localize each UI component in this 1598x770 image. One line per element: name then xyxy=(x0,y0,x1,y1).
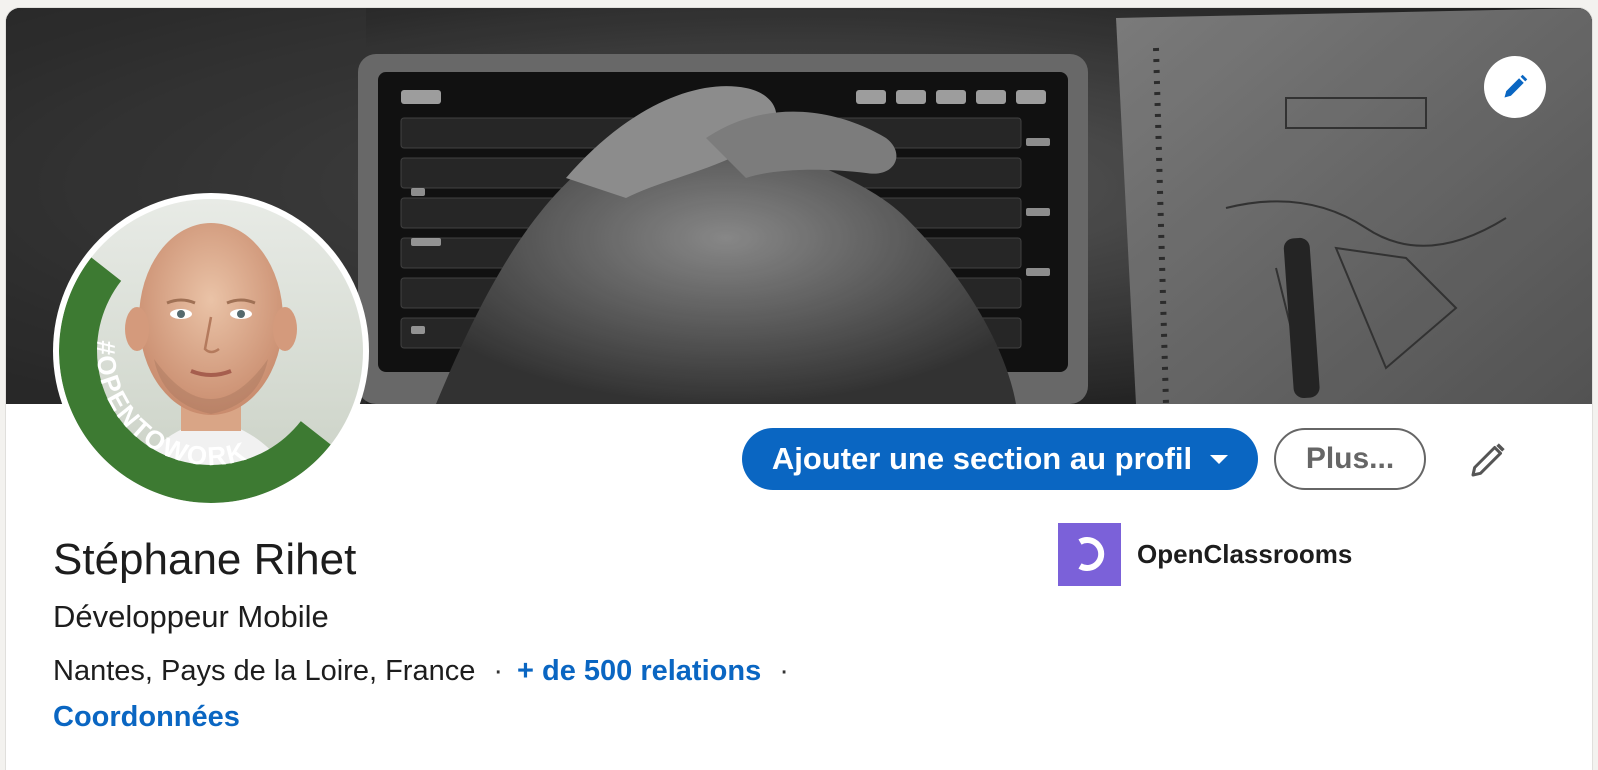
caret-down-icon xyxy=(1210,454,1229,464)
current-company[interactable]: OpenClassrooms xyxy=(1058,522,1352,586)
company-name: OpenClassrooms xyxy=(1137,538,1353,569)
profile-name: Stéphane Rihet xyxy=(53,535,357,584)
add-profile-section-label: Ajouter une section au profil xyxy=(771,441,1193,476)
separator-dot: · xyxy=(779,655,789,687)
more-label: Plus... xyxy=(1305,442,1395,475)
pencil-icon xyxy=(1471,443,1505,477)
contact-info-row: Coordonnées xyxy=(53,697,240,737)
edit-cover-button[interactable] xyxy=(1484,56,1546,118)
connections-link[interactable]: + de 500 relations xyxy=(517,651,761,691)
contact-info-link[interactable]: Coordonnées xyxy=(53,701,240,733)
location-row: Nantes, Pays de la Loire, France · + de … xyxy=(53,651,803,691)
profile-location: Nantes, Pays de la Loire, France xyxy=(53,655,476,687)
openclassrooms-logo xyxy=(1058,522,1121,586)
separator-dot: · xyxy=(493,655,503,687)
edit-intro-button[interactable] xyxy=(1464,436,1512,484)
more-button[interactable]: Plus... xyxy=(1274,428,1426,490)
pencil-icon xyxy=(1504,74,1528,98)
profile-card: #OPENTOWORK Ajouter une section au profi… xyxy=(6,8,1592,770)
profile-actions: Ajouter une section au profil Plus... xyxy=(6,428,1592,492)
profile-headline: Développeur Mobile xyxy=(53,599,329,634)
add-profile-section-button[interactable]: Ajouter une section au profil xyxy=(742,428,1258,490)
